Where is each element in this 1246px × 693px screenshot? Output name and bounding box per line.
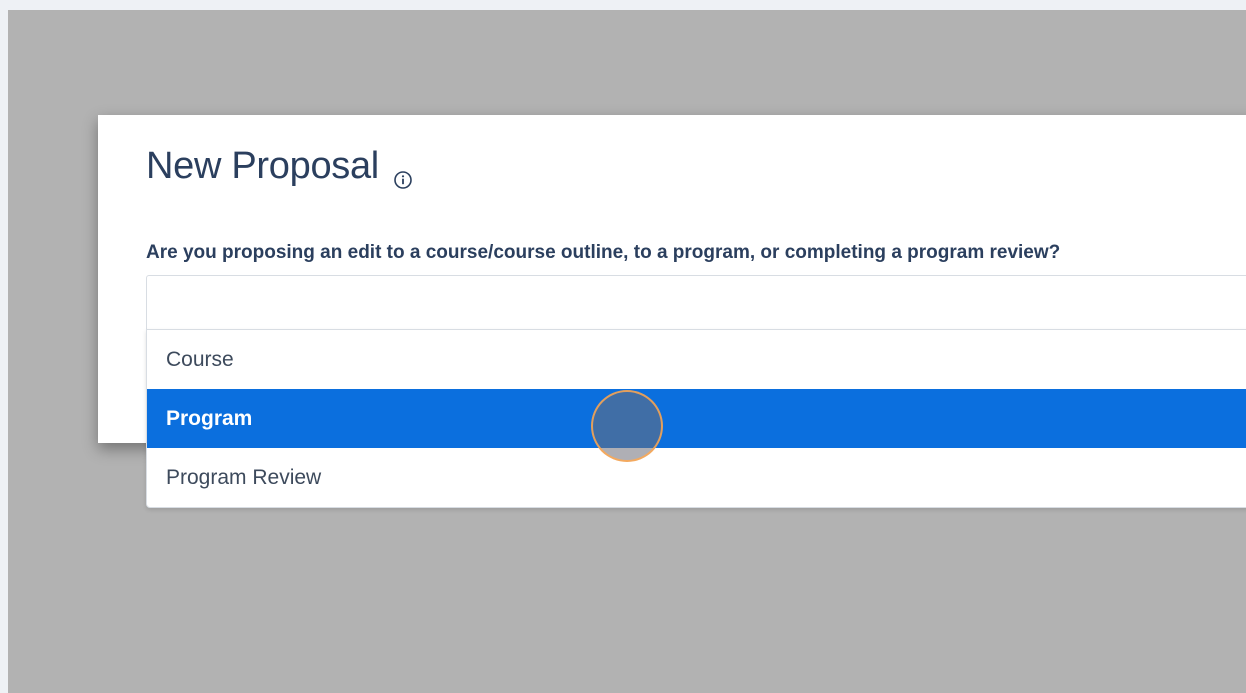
proposal-type-question: Are you proposing an edit to a course/co… [146, 242, 1061, 263]
proposal-type-dropdown: Course Program Program Review [146, 329, 1246, 508]
proposal-type-select[interactable] [146, 275, 1246, 329]
page-title: New Proposal [146, 145, 379, 187]
info-circle-icon[interactable] [393, 157, 413, 189]
option-program[interactable]: Program [147, 389, 1246, 448]
modal-backdrop[interactable]: New Proposal Are you proposing an edit t… [8, 10, 1246, 693]
option-program-review[interactable]: Program Review [147, 448, 1246, 507]
modal-title-row: New Proposal [146, 145, 413, 189]
option-course[interactable]: Course [147, 330, 1246, 389]
